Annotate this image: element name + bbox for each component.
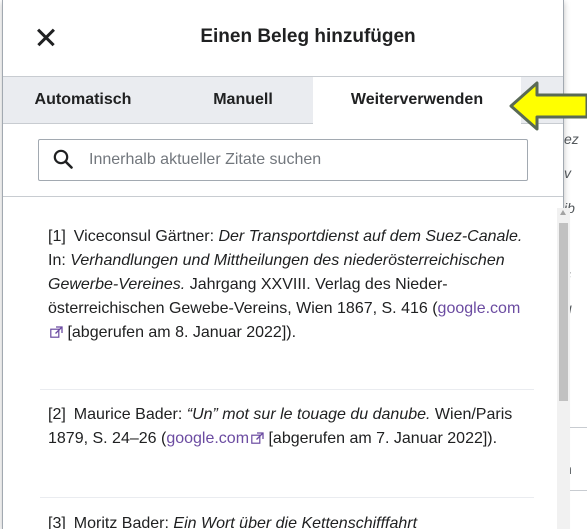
reference-number: [2]	[48, 406, 66, 423]
arrow-left-icon	[509, 81, 587, 131]
reference-title: Ein Wort über die Kettenschifffahrt	[173, 515, 418, 529]
reference-link[interactable]: google.com	[166, 430, 249, 447]
tab-reuse[interactable]: Weiterverwenden	[313, 77, 521, 124]
reference-number: [1]	[48, 228, 66, 245]
scroll-thumb[interactable]	[559, 223, 568, 401]
reference-in: In:	[48, 252, 66, 269]
tab-manual[interactable]: Manuell	[188, 77, 298, 123]
background-text: ez	[564, 131, 579, 147]
reference-list: [1] Viceconsul Gärtner: Der Transportdien…	[3, 197, 563, 529]
reference-accessed: [abgerufen am 8. Januar 2022]).	[67, 324, 297, 341]
scrollbar[interactable]	[557, 208, 570, 529]
reference-title: “Un” mot sur le touage du danube.	[186, 406, 431, 423]
search-icon	[53, 149, 73, 169]
dialog-title: Einen Beleg hinzufügen	[200, 26, 416, 47]
external-link-icon	[50, 326, 63, 338]
search-box[interactable]	[38, 139, 528, 181]
reference-title: Der Transportdienst auf dem Suez-Canale.	[218, 228, 523, 245]
reference-link[interactable]: google.com	[438, 300, 521, 317]
external-link-icon	[251, 432, 264, 444]
cite-dialog: Einen Beleg hinzufügen Automatisch Manue…	[2, 0, 564, 529]
tab-bar: Automatisch Manuell Weiterverwenden	[3, 77, 563, 124]
reference-author: Viceconsul Gärtner:	[73, 228, 215, 245]
scroll-up-arrow-icon[interactable]	[560, 210, 566, 215]
search-input[interactable]	[87, 140, 521, 180]
background-text: v	[564, 165, 571, 181]
reference-divider	[40, 389, 534, 390]
reference-author: Maurice Bader:	[73, 406, 183, 423]
dialog-header: Einen Beleg hinzufügen	[3, 0, 563, 77]
reference-author: Moritz Bader:	[73, 515, 169, 529]
reference-item[interactable]: [2] Maurice Bader: “Un” mot sur le touage…	[48, 403, 528, 451]
search-area	[3, 124, 563, 197]
reference-item[interactable]: [3] Moritz Bader: Ein Wort über die Kette…	[48, 512, 528, 529]
reference-number: [3]	[48, 515, 66, 529]
reference-item[interactable]: [1] Viceconsul Gärtner: Der Transportdien…	[48, 225, 528, 345]
reference-divider	[40, 497, 534, 498]
reference-accessed: [abgerufen am 7. Januar 2022]).	[268, 430, 498, 447]
tab-automatic[interactable]: Automatisch	[13, 77, 153, 123]
